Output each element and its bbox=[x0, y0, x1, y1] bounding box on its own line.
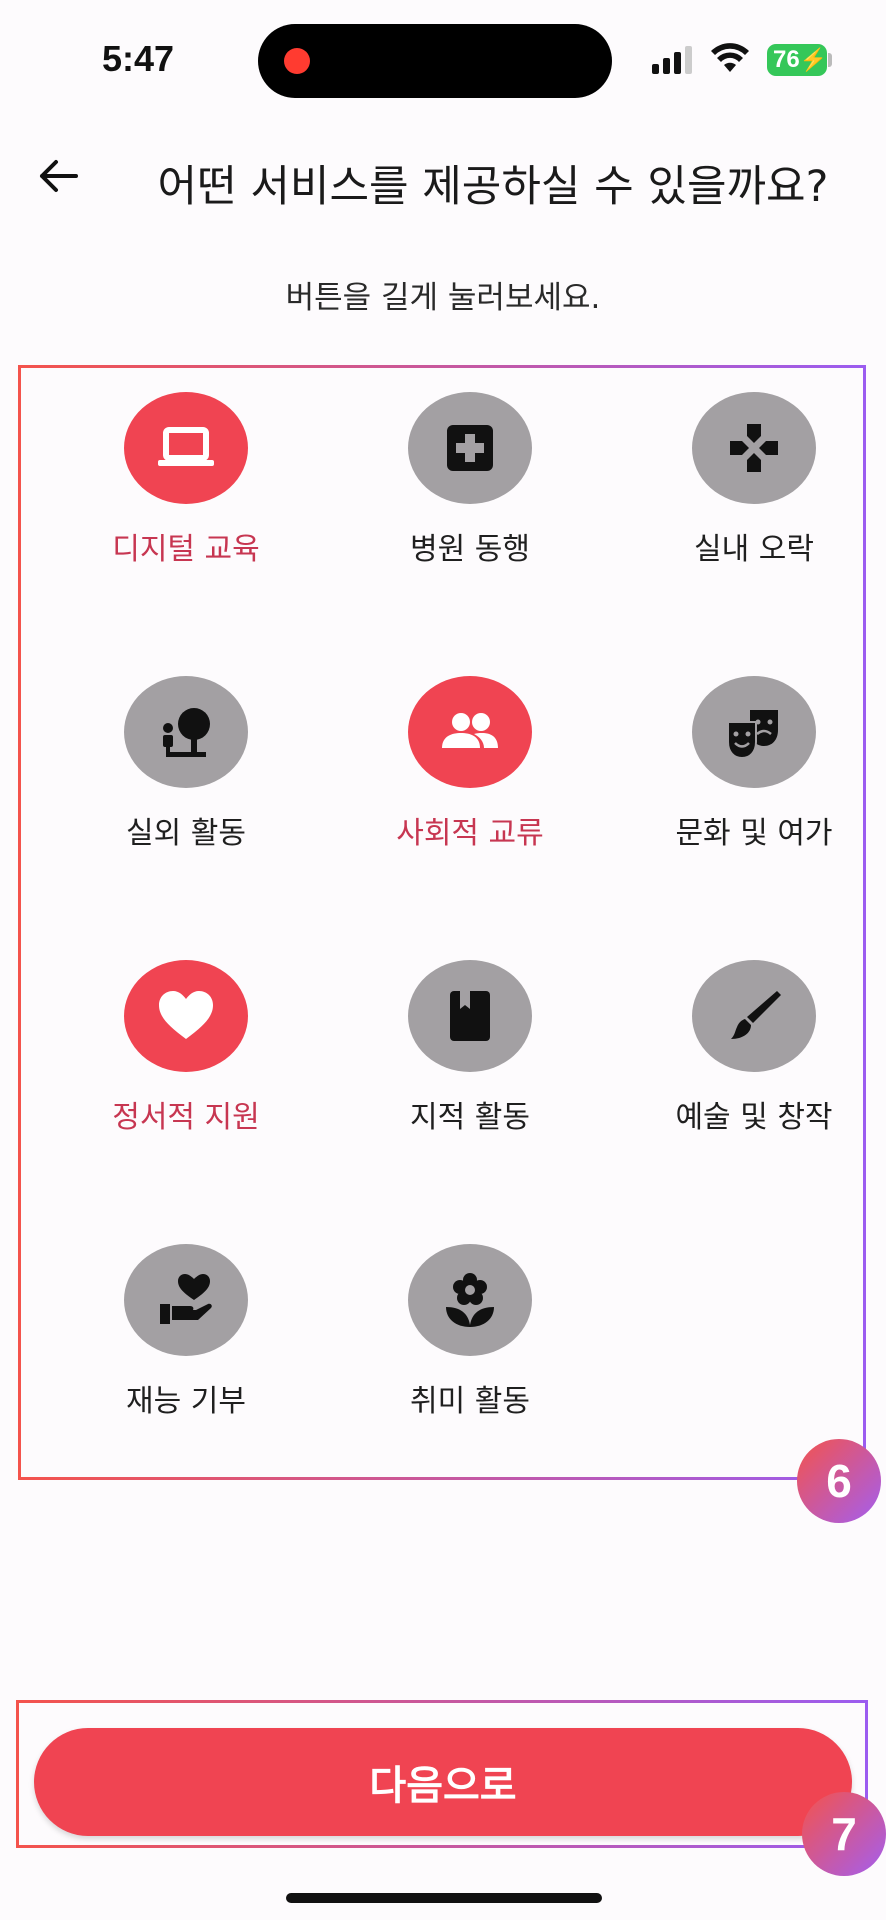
book-icon bbox=[450, 991, 490, 1041]
laptop-icon bbox=[158, 427, 214, 466]
service-art-creation[interactable]: 예술 및 창작 bbox=[629, 936, 879, 1136]
service-label: 문화 및 여가 bbox=[675, 816, 833, 851]
wifi-icon bbox=[711, 43, 749, 72]
service-hospital-escort[interactable]: 병원 동행 bbox=[345, 368, 595, 568]
annotation-badge: 7 bbox=[802, 1792, 886, 1876]
service-grid-annotation-frame: 디지털 교육 병원 동행 실내 오락 실외 활동 사회적 교류 문화 및 여가 … bbox=[18, 365, 866, 1480]
service-circle bbox=[692, 676, 816, 788]
service-label: 예술 및 창작 bbox=[675, 1100, 833, 1135]
service-label: 사회적 교류 bbox=[396, 816, 544, 851]
service-circle bbox=[408, 392, 532, 504]
service-emotional-support[interactable]: 정서적 지원 bbox=[61, 936, 311, 1136]
service-outdoor-activity[interactable]: 실외 활동 bbox=[61, 652, 311, 852]
service-label: 실외 활동 bbox=[126, 816, 246, 851]
service-circle bbox=[692, 392, 816, 504]
service-circle bbox=[692, 960, 816, 1072]
service-label: 실내 오락 bbox=[694, 532, 814, 567]
battery-level: 76 bbox=[773, 46, 800, 73]
service-talent-donation[interactable]: 재능 기부 bbox=[61, 1220, 311, 1420]
dynamic-island bbox=[258, 24, 612, 98]
service-label: 재능 기부 bbox=[126, 1384, 246, 1419]
service-label: 디지털 교육 bbox=[112, 532, 260, 567]
people-group-icon bbox=[442, 713, 498, 748]
cellular-signal-icon bbox=[652, 46, 692, 74]
recording-dot-icon bbox=[284, 48, 310, 74]
service-label: 정서적 지원 bbox=[112, 1100, 260, 1135]
service-label: 병원 동행 bbox=[410, 532, 530, 567]
service-hobby-activity[interactable]: 취미 활동 bbox=[345, 1220, 595, 1420]
service-circle bbox=[408, 960, 532, 1072]
next-button[interactable]: 다음으로 bbox=[34, 1728, 852, 1836]
paintbrush-icon bbox=[731, 991, 781, 1039]
hand-heart-icon bbox=[160, 1274, 212, 1324]
flower-icon bbox=[446, 1273, 494, 1327]
park-person-tree-icon bbox=[163, 708, 210, 757]
service-label: 취미 활동 bbox=[410, 1384, 530, 1419]
arrow-left-icon bbox=[40, 160, 78, 192]
service-label: 지적 활동 bbox=[410, 1100, 530, 1135]
service-circle bbox=[124, 392, 248, 504]
medical-cross-icon bbox=[447, 425, 493, 471]
service-digital-education[interactable]: 디지털 교육 bbox=[61, 368, 311, 568]
status-time: 5:47 bbox=[102, 38, 175, 79]
game-controller-icon bbox=[730, 424, 778, 472]
page-title: 어떤 서비스를 제공하실 수 있을까요? bbox=[157, 162, 829, 212]
battery-nub bbox=[828, 53, 832, 67]
heart-icon bbox=[159, 991, 213, 1039]
service-intellectual-activity[interactable]: 지적 활동 bbox=[345, 936, 595, 1136]
service-culture-leisure[interactable]: 문화 및 여가 bbox=[629, 652, 879, 852]
service-circle bbox=[408, 676, 532, 788]
service-grid: 디지털 교육 병원 동행 실내 오락 실외 활동 사회적 교류 문화 및 여가 … bbox=[61, 368, 851, 1478]
annotation-badge: 6 bbox=[797, 1439, 881, 1523]
service-circle bbox=[408, 1244, 532, 1356]
service-social-interaction[interactable]: 사회적 교류 bbox=[345, 652, 595, 852]
back-button[interactable] bbox=[30, 148, 86, 204]
home-indicator[interactable] bbox=[286, 1893, 602, 1903]
theater-masks-icon bbox=[727, 710, 778, 760]
service-indoor-entertainment[interactable]: 실내 오락 bbox=[629, 368, 879, 568]
instruction-text: 버튼을 길게 눌러보세요. bbox=[285, 280, 601, 316]
service-circle bbox=[124, 1244, 248, 1356]
service-circle bbox=[124, 676, 248, 788]
battery-charging-icon: 76⚡ bbox=[767, 44, 827, 76]
service-circle bbox=[124, 960, 248, 1072]
